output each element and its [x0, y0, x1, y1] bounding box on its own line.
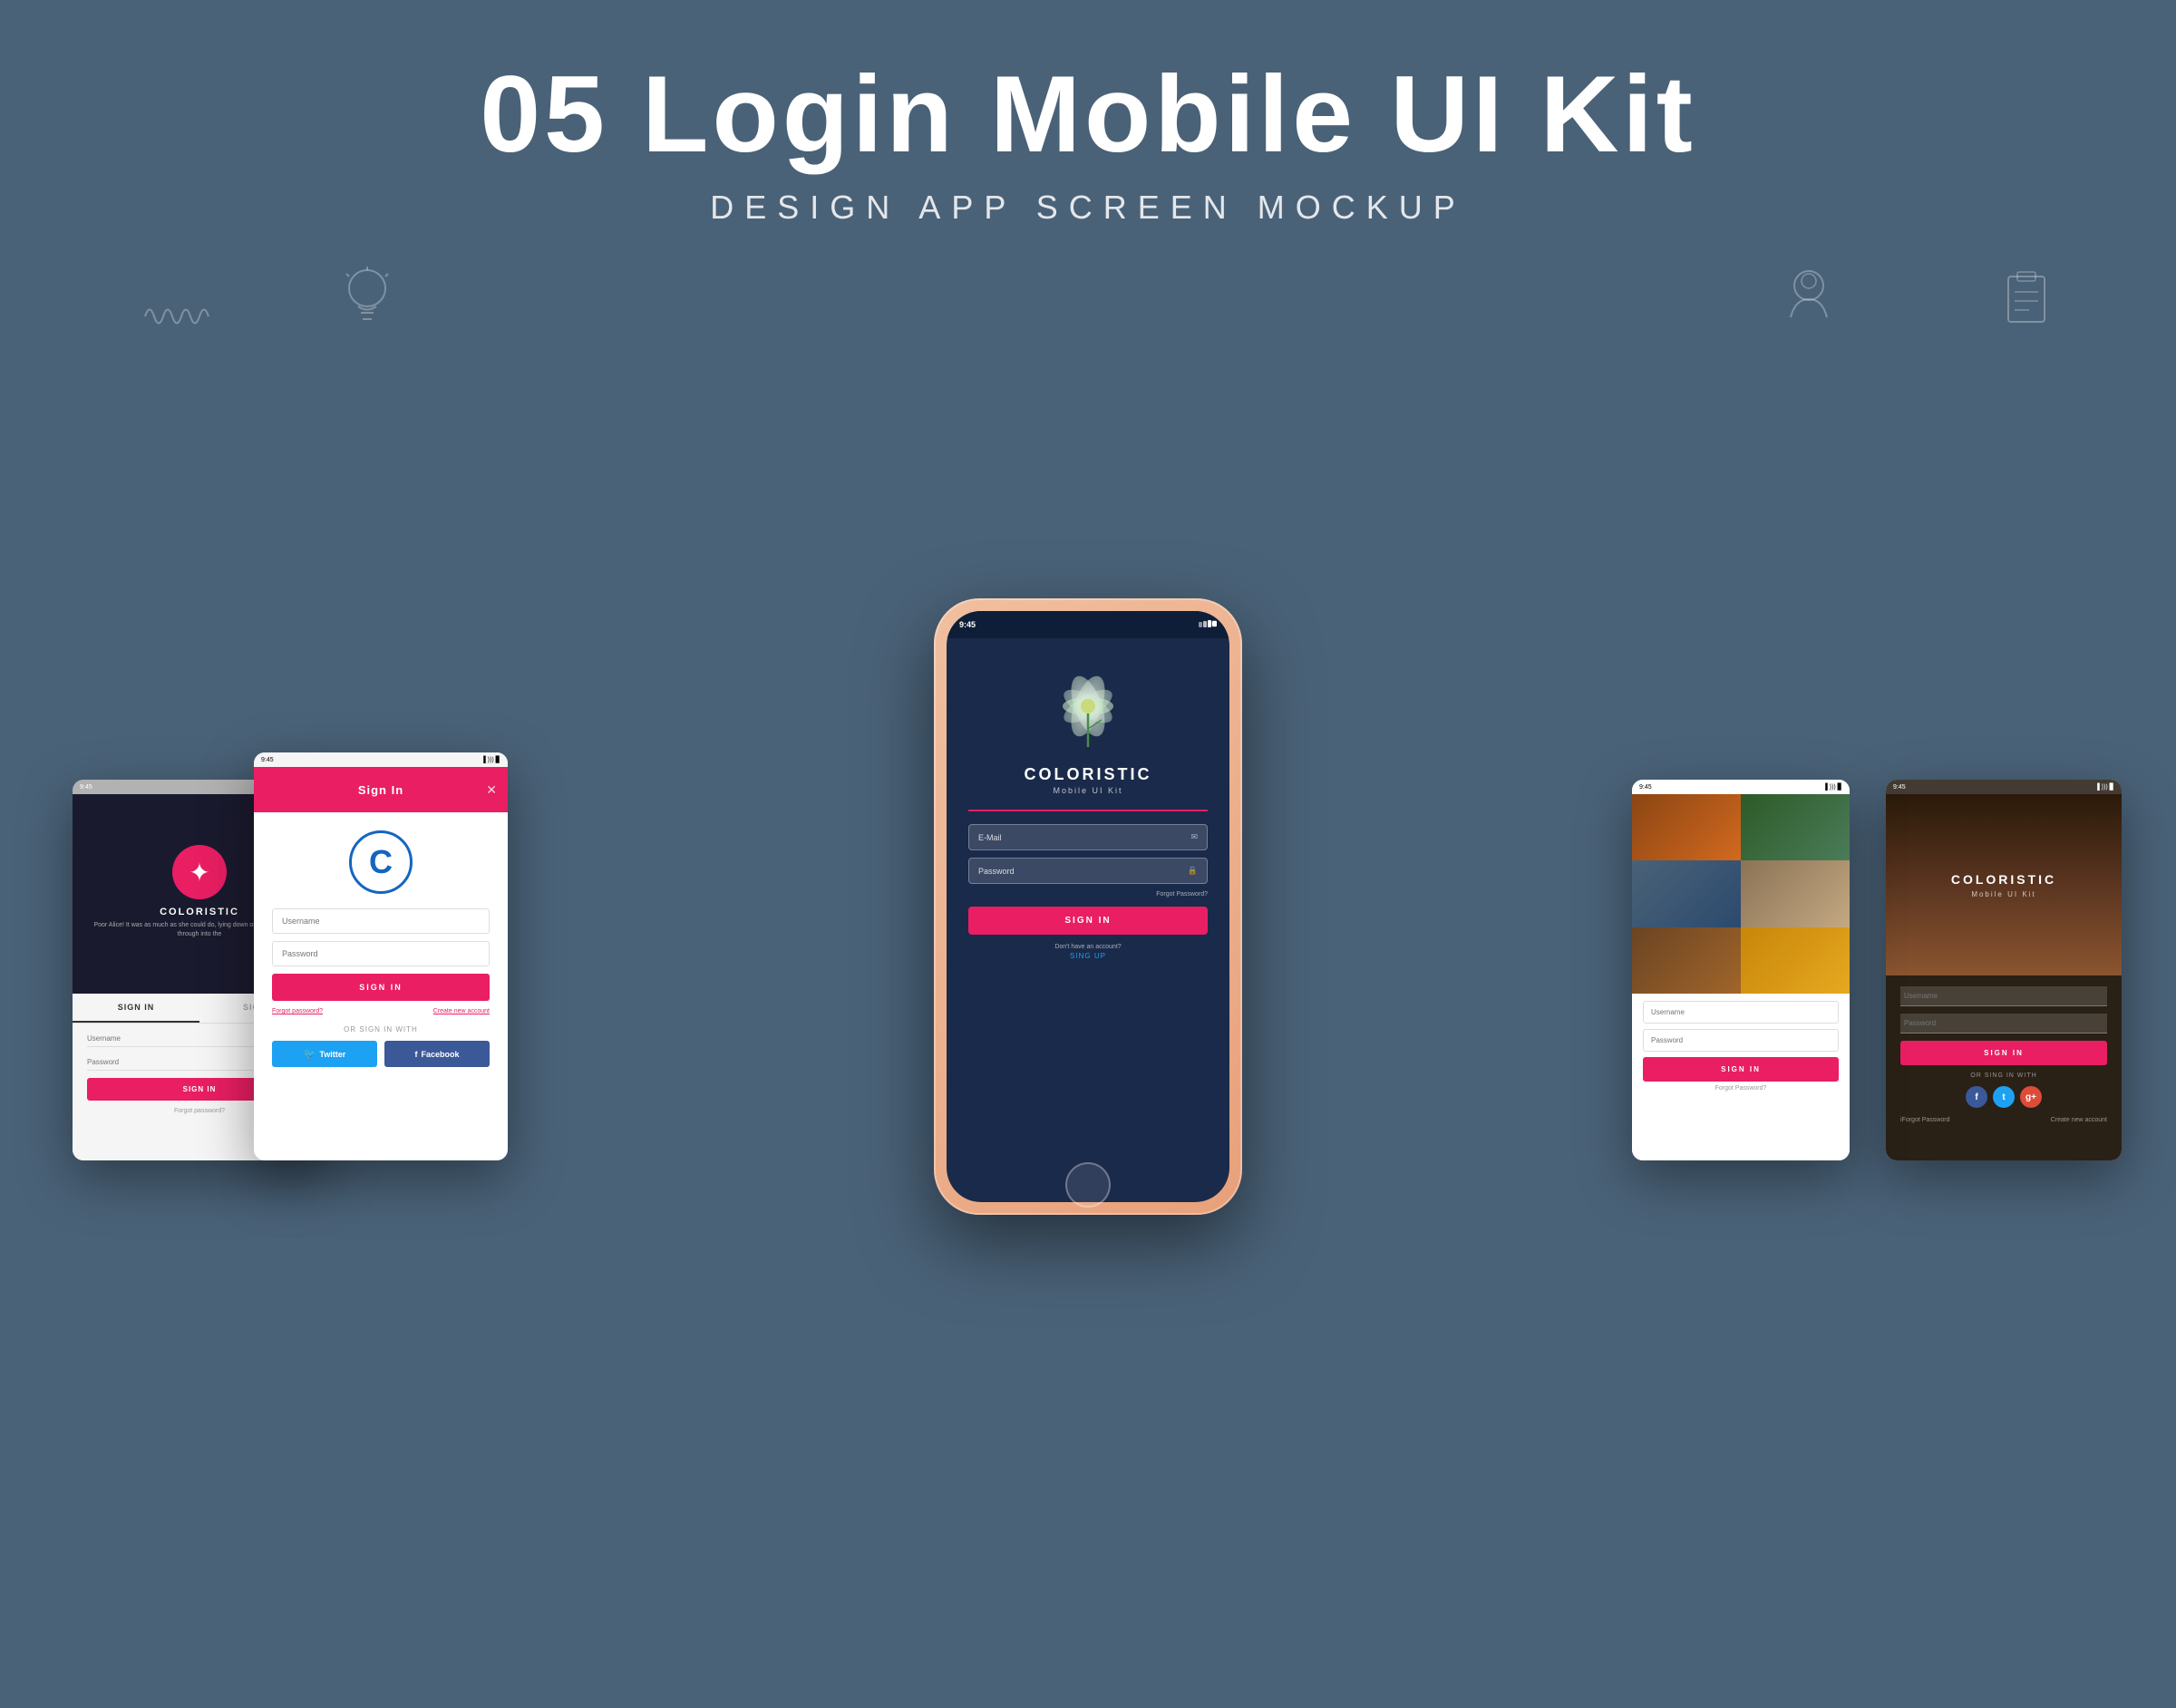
screen5-twitter-button[interactable]: t — [1993, 1086, 2015, 1108]
screen1-time: 9:45 — [80, 784, 92, 791]
screen2-password-input[interactable] — [272, 941, 490, 966]
page-subtitle: DESIGN APP SCREEN MOCKUP — [0, 189, 2176, 227]
screen5-forgot-link[interactable]: iForgot Password — [1900, 1117, 1949, 1123]
photo-cell-1 — [1632, 794, 1741, 860]
screen2-links: Forgot password? Create new account — [272, 1008, 490, 1014]
screen5-links: iForgot Password Create new account — [1900, 1117, 2107, 1123]
iphone-password-input[interactable]: Password 🔒 — [968, 858, 1208, 884]
screen2-status-icons: ▐ ))) ▊ — [481, 756, 500, 763]
header: 05 Login Mobile UI Kit DESIGN APP SCREEN… — [0, 0, 2176, 245]
screen2-time: 9:45 — [261, 757, 274, 763]
iphone-brand: COLORISTIC — [1025, 765, 1152, 784]
iphone-divider — [968, 810, 1208, 811]
iphone-content: COLORISTIC Mobile UI Kit E-Mail ✉ Passwo… — [947, 638, 1229, 1202]
screen2-signin-button[interactable]: SIGN IN — [272, 974, 490, 1001]
screen2-username-input[interactable] — [272, 908, 490, 934]
photo-cell-2 — [1741, 794, 1850, 860]
screen5-top: COLORISTIC Mobile UI Kit — [1886, 794, 2122, 975]
screen4-time: 9:45 — [1639, 784, 1652, 791]
screen2-twitter-button[interactable]: 🐦 Twitter — [272, 1041, 377, 1067]
screen2-close-icon[interactable]: ✕ — [486, 782, 497, 798]
photo-cell-3 — [1632, 860, 1741, 927]
screens-container: 9:45 ▐ ))) ▊ ✦ COLORISTIC Poor Alice! It… — [0, 245, 2176, 1242]
screen4-username-input[interactable] — [1643, 1001, 1839, 1024]
screen4: 9:45 ▐ ))) ▊ SIGN IN Forgot Password? — [1632, 780, 1850, 1160]
screen2-header-title: Sign In — [358, 783, 403, 797]
screen5-create-link[interactable]: Create new account — [2051, 1117, 2107, 1123]
screen5-username-input[interactable] — [1900, 986, 2107, 1006]
screen2-facebook-button[interactable]: f Facebook — [384, 1041, 490, 1067]
screen4-status-bar: 9:45 ▐ ))) ▊ — [1632, 780, 1850, 794]
screen2-forgot-link[interactable]: Forgot password? — [272, 1008, 323, 1014]
screen2-or-label: OR SIGN IN WITH — [344, 1025, 418, 1034]
lock-icon: 🔒 — [1188, 866, 1198, 876]
iphone-kit: Mobile UI Kit — [1053, 786, 1122, 795]
screen2-social-buttons: 🐦 Twitter f Facebook — [272, 1041, 490, 1067]
photo-cell-6 — [1741, 927, 1850, 994]
iphone-time: 9:45 — [959, 620, 976, 629]
photo-cell-5 — [1632, 927, 1741, 994]
screen2-facebook-label: Facebook — [421, 1050, 459, 1059]
screen2-logo-letter: C — [369, 843, 393, 881]
screen5: 9:45 ▐ ))) ▊ COLORISTIC Mobile UI Kit SI… — [1886, 780, 2122, 1160]
iphone-no-account-text: Don't have an account? — [1054, 944, 1121, 950]
screen2: 9:45 ▐ ))) ▊ Sign In ✕ C SIGN IN Forgot … — [254, 752, 508, 1160]
screen2-body: C SIGN IN Forgot password? Create new ac… — [254, 812, 508, 1082]
screen5-google-button[interactable]: g+ — [2020, 1086, 2042, 1108]
iphone-screen: 9:45 — [947, 611, 1229, 1202]
screen2-header: Sign In ✕ — [254, 767, 508, 812]
screen2-twitter-label: Twitter — [319, 1050, 345, 1059]
screen5-or-label: OR SING IN WITH — [1900, 1072, 2107, 1079]
screen5-facebook-button[interactable]: f — [1966, 1086, 1987, 1108]
iphone-signup-link[interactable]: SING UP — [1070, 952, 1106, 960]
screen2-logo: C — [349, 830, 413, 894]
screen5-status-icons: ▐ ))) ▊ — [2095, 783, 2114, 791]
screen5-signin-button[interactable]: SIGN IN — [1900, 1041, 2107, 1065]
screen4-password-input[interactable] — [1643, 1029, 1839, 1052]
screen4-forgot-password[interactable]: Forgot Password? — [1643, 1085, 1839, 1092]
screen1-brand: COLORISTIC — [160, 907, 239, 917]
iphone-status-bar: 9:45 — [947, 611, 1229, 638]
screen2-create-link[interactable]: Create new account — [433, 1008, 490, 1014]
iphone-frame: 9:45 — [934, 598, 1242, 1215]
iphone-signin-button[interactable]: SIGN IN — [968, 907, 1208, 935]
screen1-logo: ✦ — [172, 845, 227, 899]
screen4-signin-button[interactable]: SIGN IN — [1643, 1057, 1839, 1082]
iphone-home-button[interactable] — [1065, 1162, 1111, 1208]
screen4-login: SIGN IN Forgot Password? — [1632, 994, 1850, 1160]
iphone-password-label: Password — [978, 867, 1015, 876]
page-title: 05 Login Mobile UI Kit — [0, 54, 2176, 174]
facebook-icon: f — [414, 1050, 417, 1059]
iphone-email-label: E-Mail — [978, 833, 1002, 842]
screen4-status-icons: ▐ ))) ▊ — [1823, 783, 1842, 791]
screen5-bottom: SIGN IN OR SING IN WITH f t g+ iForgot P… — [1886, 975, 2122, 1160]
photo-cell-4 — [1741, 860, 1850, 927]
screen5-brand: COLORISTIC — [1951, 872, 2056, 887]
screen5-password-input[interactable] — [1900, 1014, 2107, 1034]
iphone-status-icons — [1199, 620, 1217, 629]
iphone-email-input[interactable]: E-Mail ✉ — [968, 824, 1208, 850]
screen5-time: 9:45 — [1893, 784, 1906, 791]
screen4-photo-grid — [1632, 794, 1850, 994]
screen2-status-bar: 9:45 ▐ ))) ▊ — [254, 752, 508, 767]
iphone-flower — [1025, 656, 1151, 756]
iphone-forgot-password[interactable]: Forgot Password? — [1156, 891, 1208, 898]
screen1-tab-signin[interactable]: SIGN IN — [73, 994, 199, 1023]
screen5-social-buttons: f t g+ — [1900, 1086, 2107, 1108]
center-phone: 9:45 — [934, 598, 1242, 1215]
screen5-kit: Mobile UI Kit — [1971, 890, 2035, 898]
screen5-status-bar: 9:45 ▐ ))) ▊ — [1886, 780, 2122, 794]
twitter-icon: 🐦 — [304, 1048, 316, 1060]
email-icon: ✉ — [1190, 832, 1198, 842]
